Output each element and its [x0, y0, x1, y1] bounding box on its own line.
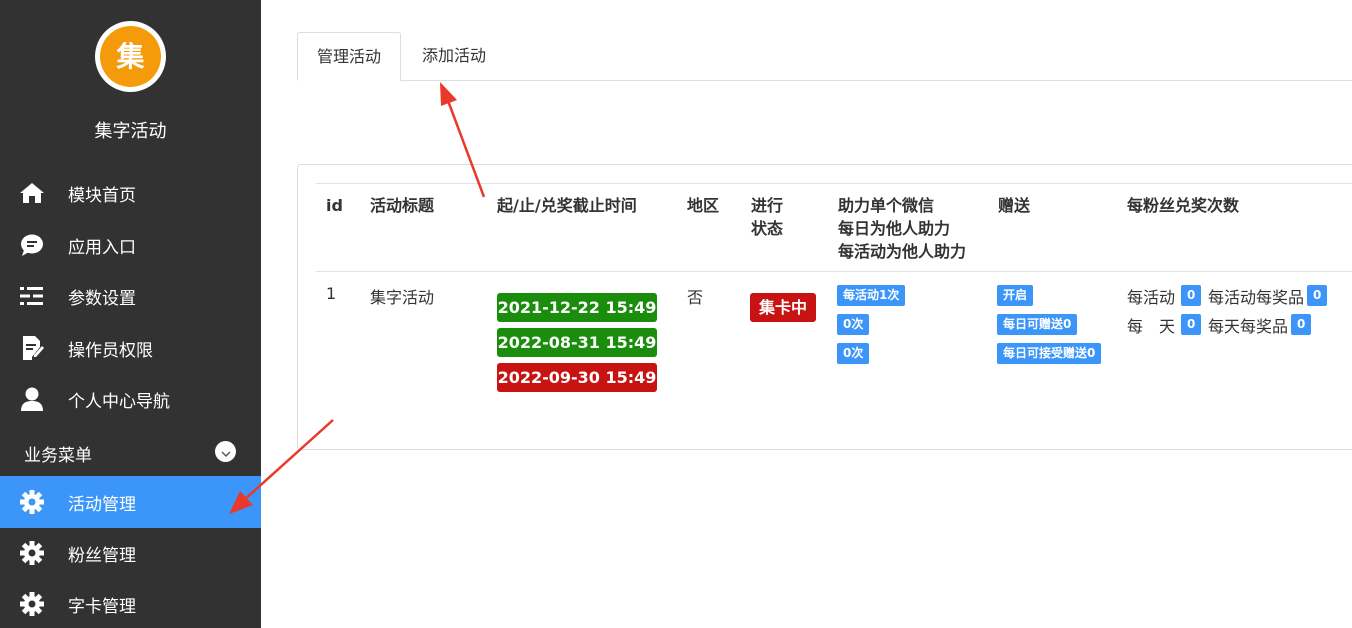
sidebar-item-label: 参数设置: [68, 288, 136, 309]
start-time-badge: 2021-12-22 15:49: [497, 293, 657, 322]
row-id: 1: [326, 284, 337, 303]
row-region: 否: [687, 288, 704, 307]
chat-icon: [18, 231, 46, 259]
header-status-line1: 进行: [751, 196, 784, 215]
chevron-down-icon: [221, 442, 231, 461]
header-region: 地区: [687, 196, 720, 215]
app-logo-char: 集: [100, 26, 161, 87]
table-top-border: [316, 183, 1352, 184]
redeem-day-label-b: 天: [1159, 317, 1176, 336]
gift-daily-give-badge: 每日可赠送0: [997, 314, 1078, 335]
user-icon: [18, 385, 46, 413]
header-redeem: 每粉丝兑奖次数: [1127, 196, 1240, 215]
redeem-day-label-a: 每: [1127, 317, 1144, 336]
home-icon: [18, 179, 46, 207]
sidebar-item-settings[interactable]: 参数设置: [0, 270, 261, 322]
header-assist: 助力单个微信 每日为他人助力 每活动为他人助力: [838, 194, 966, 263]
header-assist-line3: 每活动为他人助力: [838, 242, 967, 261]
app-name: 集字活动: [94, 121, 167, 142]
sidebar-item-activity-management[interactable]: 活动管理: [0, 476, 261, 528]
redeem-activity-value: 0: [1181, 285, 1202, 306]
header-assist-line2: 每日为他人助力: [838, 219, 951, 238]
header-time: 起/止/兑奖截止时间: [497, 196, 637, 215]
gift-enabled-badge: 开启: [997, 285, 1034, 306]
assist-per-activity-badge: 每活动1次: [837, 285, 906, 306]
table-header-divider: [316, 271, 1352, 272]
header-id: id: [326, 196, 343, 215]
gear-icon: [18, 590, 46, 618]
sidebar-item-operator-permissions[interactable]: 操作员权限: [0, 322, 261, 374]
header-assist-line1: 助力单个微信: [838, 196, 935, 215]
sidebar-item-user-center-nav[interactable]: 个人中心导航: [0, 373, 261, 425]
app-logo: 集: [95, 21, 166, 92]
gift-daily-receive-badge: 每日可接受赠送0: [997, 343, 1102, 364]
sidebar-item-label: 模块首页: [68, 185, 136, 206]
end-time-badge: 2022-08-31 15:49: [497, 328, 657, 357]
header-status-line2: 状态: [751, 219, 784, 238]
assist-activity-badge: 0次: [837, 343, 870, 364]
gear-icon: [18, 539, 46, 567]
redeem-day-value: 0: [1181, 314, 1202, 335]
sidebar-item-label: 粉丝管理: [68, 545, 136, 566]
tab-bar: 管理活动 添加活动: [297, 32, 1352, 81]
row-title: 集字活动: [370, 288, 435, 307]
tab-add-activity[interactable]: 添加活动: [403, 32, 505, 81]
section-toggle[interactable]: [215, 441, 236, 462]
sidebar-item-fans-management[interactable]: 粉丝管理: [0, 527, 261, 579]
tab-manage-activity[interactable]: 管理活动: [297, 32, 402, 81]
sidebar-item-label: 字卡管理: [68, 596, 136, 617]
sidebar-item-home[interactable]: 模块首页: [0, 167, 261, 219]
sidebar-item-label: 个人中心导航: [68, 391, 170, 412]
gear-icon: [18, 488, 46, 516]
redeem-day-prize-value: 0: [1291, 314, 1312, 335]
sidebar-item-entry[interactable]: 应用入口: [0, 219, 261, 271]
redeem-day-prize-label: 每天每奖品: [1208, 317, 1289, 336]
redeem-activity-label: 每活动: [1127, 288, 1176, 307]
list-settings-icon: [18, 282, 46, 310]
sidebar-item-label: 活动管理: [68, 494, 136, 515]
sidebar-item-label: 操作员权限: [68, 340, 153, 361]
assist-daily-badge: 0次: [837, 314, 870, 335]
header-gift: 赠送: [998, 196, 1031, 215]
status-badge: 集卡中: [750, 293, 816, 322]
sidebar: 集 集字活动 模块首页 应用入口 参数设置 操作员权限 个人中心导航 业务菜单: [0, 0, 261, 628]
sidebar-item-label: 应用入口: [68, 237, 136, 258]
sidebar-item-card-management[interactable]: 字卡管理: [0, 578, 261, 628]
redeem-activity-prize-value: 0: [1307, 285, 1328, 306]
header-title: 活动标题: [370, 196, 435, 215]
deadline-badge: 2022-09-30 15:49: [497, 363, 657, 392]
header-status: 进行 状态: [751, 194, 783, 240]
section-title: 业务菜单: [24, 446, 92, 466]
document-edit-icon: [18, 334, 46, 362]
redeem-activity-prize-label: 每活动每奖品: [1208, 288, 1305, 307]
